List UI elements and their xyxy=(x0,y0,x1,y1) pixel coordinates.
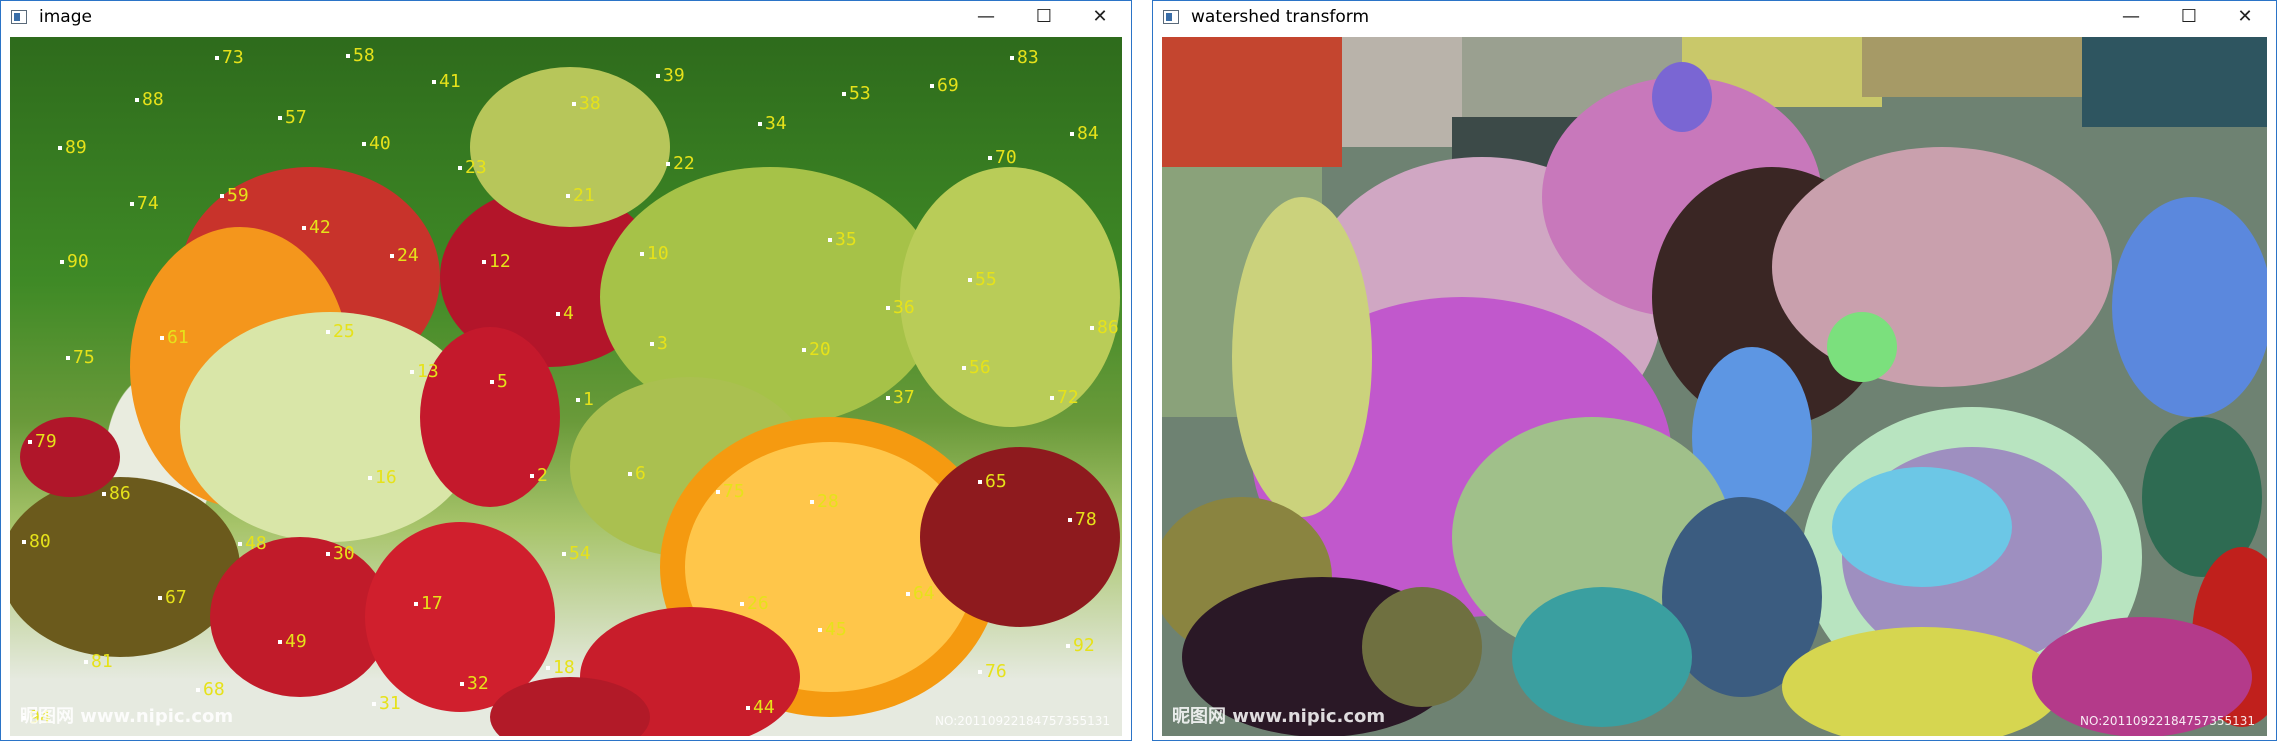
marker-label: 88 xyxy=(135,89,164,110)
marker-label: 13 xyxy=(410,361,439,382)
marker-label: 83 xyxy=(1010,47,1039,68)
marker-label: 72 xyxy=(1050,387,1079,408)
marker-label: 21 xyxy=(566,185,595,206)
maximize-button[interactable]: ☐ xyxy=(1019,1,1069,35)
marker-label: 23 xyxy=(458,157,487,178)
marker-label: 16 xyxy=(368,467,397,488)
marker-label: 76 xyxy=(978,661,1007,682)
watermark-serial: NO:20110922184757355131 xyxy=(935,714,1110,728)
marker-label: 18 xyxy=(546,657,575,678)
minimize-button[interactable]: — xyxy=(961,1,1011,35)
marker-label: 49 xyxy=(278,631,307,652)
marker-label: 12 xyxy=(482,251,511,272)
marker-label: 61 xyxy=(160,327,189,348)
marker-label: 36 xyxy=(886,297,915,318)
marker-label: 17 xyxy=(414,593,443,614)
minimize-button[interactable]: — xyxy=(2106,1,2156,35)
marker-label: 67 xyxy=(158,587,187,608)
image-window-titlebar[interactable]: image — ☐ ✕ xyxy=(1,1,1131,36)
marker-label: 75 xyxy=(716,481,745,502)
marker-label: 54 xyxy=(562,543,591,564)
marker-label: 26 xyxy=(740,593,769,614)
marker-label: 68 xyxy=(196,679,225,700)
marker-label: 31 xyxy=(372,693,401,714)
marker-label: 79 xyxy=(28,431,57,452)
watershed-window[interactable]: watershed transform — ☐ ✕ 昵图网 www.nipic.… xyxy=(1152,0,2277,741)
marker-label: 69 xyxy=(930,75,959,96)
close-button[interactable]: ✕ xyxy=(1075,1,1125,35)
marker-label: 58 xyxy=(346,45,375,66)
marker-label: 5 xyxy=(490,371,508,392)
marker-label: 92 xyxy=(1066,635,1095,656)
marker-label: 24 xyxy=(390,245,419,266)
app-icon xyxy=(11,10,27,24)
marker-label: 59 xyxy=(220,185,249,206)
marker-label: 10 xyxy=(640,243,669,264)
marker-label: 70 xyxy=(988,147,1017,168)
marker-label: 48 xyxy=(238,533,267,554)
marker-label: 64 xyxy=(906,583,935,604)
app-icon xyxy=(1163,10,1179,24)
marker-label: 73 xyxy=(215,47,244,68)
marker-label: 84 xyxy=(1070,123,1099,144)
marker-label: 1 xyxy=(576,389,594,410)
marker-label: 90 xyxy=(60,251,89,272)
marker-label: 80 xyxy=(22,531,51,552)
marker-label: 45 xyxy=(818,619,847,640)
close-button[interactable]: ✕ xyxy=(2220,1,2270,35)
image-window[interactable]: image — ☐ ✕ 73 58 41 39 53 69 83 88 57 38 34 84 8 xyxy=(0,0,1132,741)
marker-label: 39 xyxy=(656,65,685,86)
marker-label: 75 xyxy=(66,347,95,368)
image-canvas[interactable]: 73 58 41 39 53 69 83 88 57 38 34 84 89 40 23 22 70 74 59 21… xyxy=(10,37,1122,736)
marker-label: 81 xyxy=(84,651,113,672)
marker-label: 30 xyxy=(326,543,355,564)
window-title: watershed transform xyxy=(1191,7,1370,27)
marker-label: 38 xyxy=(572,93,601,114)
maximize-button[interactable]: ☐ xyxy=(2164,1,2214,35)
marker-label: 2 xyxy=(530,465,548,486)
watermark-serial: NO:20110922184757355131 xyxy=(2080,714,2255,728)
fruit-photo xyxy=(10,67,1120,736)
marker-label: 55 xyxy=(968,269,997,290)
watermark: 昵图网 www.nipic.com xyxy=(1172,706,1386,727)
marker-label: 28 xyxy=(810,491,839,512)
marker-label: 37 xyxy=(886,387,915,408)
marker-label: 65 xyxy=(978,471,1007,492)
watershed-window-titlebar[interactable]: watershed transform — ☐ ✕ xyxy=(1153,1,2276,36)
marker-label: 53 xyxy=(842,83,871,104)
marker-label: 41 xyxy=(432,71,461,92)
marker-label: 86 xyxy=(1090,317,1119,338)
marker-label: 6 xyxy=(628,463,646,484)
marker-label: 22 xyxy=(666,153,695,174)
marker-label: 78 xyxy=(1068,509,1097,530)
watermark: 昵图网 www.nipic.com xyxy=(20,706,234,727)
marker-label: 42 xyxy=(302,217,331,238)
marker-label: 86 xyxy=(102,483,131,504)
marker-label: 20 xyxy=(802,339,831,360)
window-title: image xyxy=(39,7,92,27)
segmentation-map xyxy=(1162,37,2267,736)
watershed-canvas[interactable]: 昵图网 www.nipic.com NO:2011092218475735513… xyxy=(1162,37,2267,736)
marker-label: 4 xyxy=(556,303,574,324)
marker-label: 89 xyxy=(58,137,87,158)
marker-label: 74 xyxy=(130,193,159,214)
marker-label: 57 xyxy=(278,107,307,128)
marker-label: 34 xyxy=(758,113,787,134)
marker-label: 3 xyxy=(650,333,668,354)
marker-label: 44 xyxy=(746,697,775,718)
marker-label: 25 xyxy=(326,321,355,342)
marker-label: 32 xyxy=(460,673,489,694)
marker-label: 35 xyxy=(828,229,857,250)
marker-label: 40 xyxy=(362,133,391,154)
marker-label: 56 xyxy=(962,357,991,378)
